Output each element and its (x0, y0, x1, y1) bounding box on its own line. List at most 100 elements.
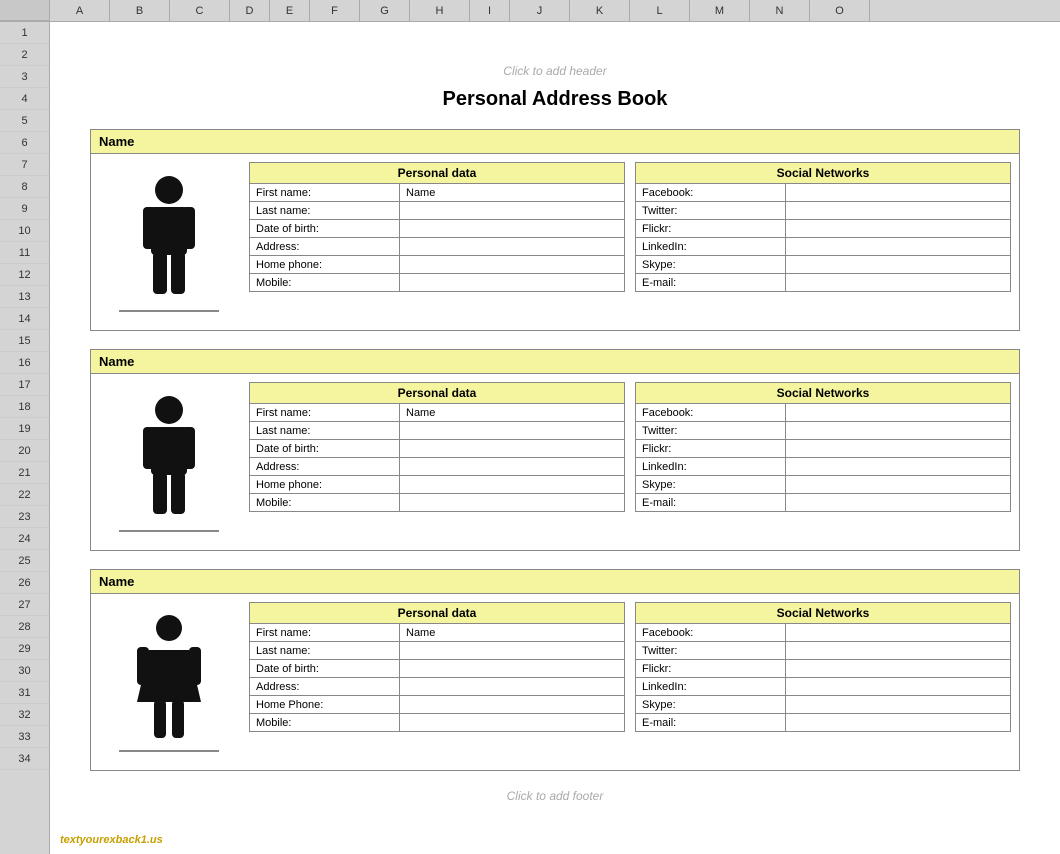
personal-label-1-5: Mobile: (250, 494, 400, 512)
personal-value-2-3[interactable] (400, 678, 625, 696)
tables-row-2: Personal dataFirst name:NameLast name:Da… (249, 602, 1011, 762)
social-value-1-4[interactable] (786, 476, 1011, 494)
personal-table-wrap-1: Personal dataFirst name:NameLast name:Da… (249, 382, 625, 542)
sheet-content: Click to add header Personal Address Boo… (50, 22, 1060, 854)
contact-card-2: Name Personal dataFirst name:NameLast na… (90, 569, 1020, 771)
social-label-0-4: Skype: (636, 256, 786, 274)
footer-placeholder[interactable]: Click to add footer (90, 789, 1020, 803)
row-header-17: 17 (0, 374, 49, 396)
personal-value-1-0[interactable]: Name (400, 404, 625, 422)
personal-header-1: Personal data (250, 383, 625, 404)
col-header-e: E (270, 0, 310, 21)
col-header-i: I (470, 0, 510, 21)
row-header-3: 3 (0, 66, 49, 88)
personal-label-1-2: Date of birth: (250, 440, 400, 458)
social-label-1-3: LinkedIn: (636, 458, 786, 476)
social-value-2-0[interactable] (786, 624, 1011, 642)
row-header-2: 2 (0, 44, 49, 66)
social-value-1-2[interactable] (786, 440, 1011, 458)
row-header-4: 4 (0, 88, 49, 110)
social-label-0-1: Twitter: (636, 202, 786, 220)
watermark: textyourexback1.us (60, 834, 163, 846)
social-value-2-1[interactable] (786, 642, 1011, 660)
row-header-16: 16 (0, 352, 49, 374)
row-header-33: 33 (0, 726, 49, 748)
row-header-18: 18 (0, 396, 49, 418)
personal-value-1-1[interactable] (400, 422, 625, 440)
personal-value-0-4[interactable] (400, 256, 625, 274)
social-value-2-2[interactable] (786, 660, 1011, 678)
personal-value-2-0[interactable]: Name (400, 624, 625, 642)
row-header-11: 11 (0, 242, 49, 264)
col-header-b: B (110, 0, 170, 21)
header-placeholder[interactable]: Click to add header (90, 64, 1020, 78)
personal-value-1-4[interactable] (400, 476, 625, 494)
social-value-1-0[interactable] (786, 404, 1011, 422)
col-header-j: J (510, 0, 570, 21)
social-label-0-5: E-mail: (636, 274, 786, 292)
row-header-13: 13 (0, 286, 49, 308)
personal-value-2-5[interactable] (400, 714, 625, 732)
row-header-32: 32 (0, 704, 49, 726)
social-value-0-5[interactable] (786, 274, 1011, 292)
row-header-19: 19 (0, 418, 49, 440)
personal-value-2-1[interactable] (400, 642, 625, 660)
avatar-section-1 (99, 382, 239, 542)
personal-value-1-5[interactable] (400, 494, 625, 512)
personal-table-2: Personal dataFirst name:NameLast name:Da… (249, 602, 625, 732)
card-name-header-0[interactable]: Name (91, 130, 1019, 154)
contact-card-1: Name Personal dataFirst name:NameLast na… (90, 349, 1020, 551)
social-value-0-0[interactable] (786, 184, 1011, 202)
social-label-0-3: LinkedIn: (636, 238, 786, 256)
social-value-2-3[interactable] (786, 678, 1011, 696)
personal-label-2-0: First name: (250, 624, 400, 642)
personal-value-0-2[interactable] (400, 220, 625, 238)
row-header-14: 14 (0, 308, 49, 330)
personal-value-0-1[interactable] (400, 202, 625, 220)
social-value-1-1[interactable] (786, 422, 1011, 440)
page-area: Click to add header Personal Address Boo… (50, 44, 1060, 854)
social-table-1: Social NetworksFacebook:Twitter:Flickr:L… (635, 382, 1011, 512)
social-value-0-3[interactable] (786, 238, 1011, 256)
social-value-1-5[interactable] (786, 494, 1011, 512)
personal-label-0-2: Date of birth: (250, 220, 400, 238)
personal-label-2-4: Home Phone: (250, 696, 400, 714)
personal-table-0: Personal dataFirst name:NameLast name:Da… (249, 162, 625, 292)
row-header-30: 30 (0, 660, 49, 682)
personal-label-0-1: Last name: (250, 202, 400, 220)
social-table-wrap-1: Social NetworksFacebook:Twitter:Flickr:L… (635, 382, 1011, 542)
social-label-0-2: Flickr: (636, 220, 786, 238)
page: Click to add header Personal Address Boo… (50, 44, 1060, 844)
personal-value-0-5[interactable] (400, 274, 625, 292)
column-ruler: ABCDEFGHIJKLMNO (0, 0, 1060, 22)
social-value-1-3[interactable] (786, 458, 1011, 476)
personal-value-0-0[interactable]: Name (400, 184, 625, 202)
personal-table-1: Personal dataFirst name:NameLast name:Da… (249, 382, 625, 512)
social-value-0-1[interactable] (786, 202, 1011, 220)
row-header-24: 24 (0, 528, 49, 550)
personal-value-0-3[interactable] (400, 238, 625, 256)
personal-value-2-2[interactable] (400, 660, 625, 678)
social-value-0-4[interactable] (786, 256, 1011, 274)
row-header-10: 10 (0, 220, 49, 242)
row-header-8: 8 (0, 176, 49, 198)
social-value-0-2[interactable] (786, 220, 1011, 238)
card-name-header-1[interactable]: Name (91, 350, 1019, 374)
social-label-2-1: Twitter: (636, 642, 786, 660)
social-value-2-4[interactable] (786, 696, 1011, 714)
personal-value-1-3[interactable] (400, 458, 625, 476)
social-label-2-4: Skype: (636, 696, 786, 714)
tables-row-1: Personal dataFirst name:NameLast name:Da… (249, 382, 1011, 542)
social-header-0: Social Networks (636, 163, 1011, 184)
personal-label-0-3: Address: (250, 238, 400, 256)
personal-value-1-2[interactable] (400, 440, 625, 458)
row-header-29: 29 (0, 638, 49, 660)
card-name-header-2[interactable]: Name (91, 570, 1019, 594)
row-header-23: 23 (0, 506, 49, 528)
row-header-21: 21 (0, 462, 49, 484)
personal-value-2-4[interactable] (400, 696, 625, 714)
social-value-2-5[interactable] (786, 714, 1011, 732)
personal-label-2-2: Date of birth: (250, 660, 400, 678)
col-header-o: O (810, 0, 870, 21)
social-label-1-5: E-mail: (636, 494, 786, 512)
